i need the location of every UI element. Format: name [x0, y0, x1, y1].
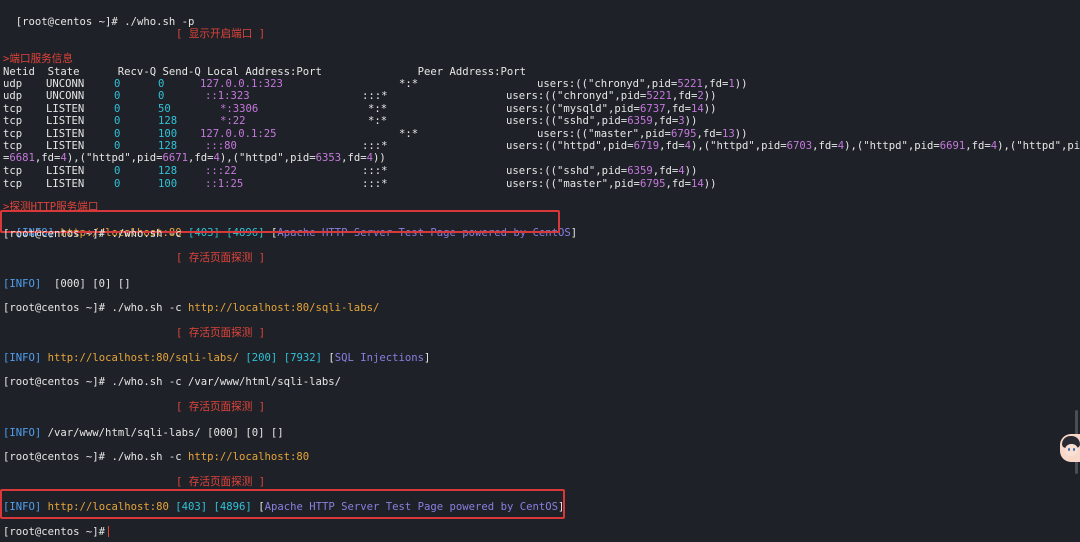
cell-netid: tcp: [3, 165, 23, 177]
prompt: [root@centos ~]#: [3, 228, 106, 240]
cell-state: UNCONN: [46, 90, 85, 102]
cell-netid: tcp: [3, 115, 23, 127]
result-url[interactable]: http://localhost:80/sqli-labs/: [48, 352, 239, 364]
cell-state: LISTEN: [46, 178, 85, 190]
cell-send-q: 100: [158, 128, 178, 140]
cell-state: UNCONN: [46, 78, 85, 90]
command-line: [root@centos ~]# ./who.sh -c /var/www/ht…: [3, 376, 341, 388]
alive-banner: [ 存活页面探测 ]: [176, 401, 266, 413]
cell-local-address: ::1:25: [205, 178, 244, 190]
result-text: /var/www/html/sqli-labs/ [000] [0] []: [41, 427, 284, 439]
cell-process: users:(("chronyd",pid=5221,fd=2)): [506, 90, 717, 102]
cell-send-q: 0: [158, 90, 165, 102]
highlight-box-2: [0, 489, 565, 519]
cell-recv-q: 0: [114, 140, 121, 152]
cell-peer-address: *:*: [399, 78, 419, 90]
port-banner: [ 显示开启端口 ]: [176, 28, 266, 40]
cell-local-address: :::22: [205, 165, 237, 177]
command-line: [root@centos ~]# ./who.sh -c http://loca…: [3, 302, 379, 314]
cell-netid: tcp: [3, 140, 23, 152]
prompt: [root@centos ~]#: [3, 526, 106, 538]
command-text: ./who.sh -c: [105, 302, 188, 314]
cell-send-q: 100: [158, 178, 178, 190]
command-url[interactable]: http://localhost:80: [188, 451, 309, 463]
result-line-2: [INFO] [000] [0] []: [3, 278, 131, 290]
cell-netid: tcp: [3, 128, 23, 140]
command-text: ./who.sh -c: [105, 228, 182, 240]
command-line[interactable]: [root@centos ~]#: [3, 526, 111, 538]
cell-peer-address: :::*: [362, 178, 388, 190]
port-info-title: >端口服务信息: [3, 53, 73, 65]
cell-state: LISTEN: [46, 103, 85, 115]
cell-recv-q: 0: [114, 128, 121, 140]
table-header: Netid State Recv-Q Send-Q Local Address:…: [3, 66, 526, 78]
cell-send-q: 50: [158, 103, 171, 115]
cell-recv-q: 0: [114, 178, 121, 190]
alive-banner: [ 存活页面探测 ]: [176, 252, 266, 264]
command-text: ./who.sh -p: [117, 16, 195, 28]
cell-process: users:(("sshd",pid=6359,fd=4)): [506, 165, 698, 177]
cell-peer-address: *:*: [399, 128, 419, 140]
command-line: [root@centos ~]# ./who.sh -c: [3, 228, 182, 240]
cell-process: users:(("master",pid=6795,fd=14)): [506, 178, 717, 190]
status-code: [200]: [245, 352, 278, 364]
cell-send-q: 0: [158, 78, 165, 90]
cell-recv-q: 0: [114, 115, 121, 127]
cell-process: users:(("mysqld",pid=6737,fd=14)): [506, 103, 717, 115]
cell-process: users:(("master",pid=6795,fd=13)): [537, 128, 748, 140]
cell-netid: udp: [3, 78, 23, 90]
result-line-3: [INFO] http://localhost:80/sqli-labs/ [2…: [3, 352, 431, 364]
cell-local-address: 127.0.0.1:323: [200, 78, 283, 90]
cell-recv-q: 0: [114, 103, 121, 115]
prompt: [root@centos ~]#: [15, 16, 118, 28]
cell-state: LISTEN: [46, 165, 85, 177]
alive-banner: [ 存活页面探测 ]: [176, 327, 266, 339]
cell-state: LISTEN: [46, 140, 85, 152]
prompt: [root@centos ~]#: [3, 451, 106, 463]
cell-state: LISTEN: [46, 128, 85, 140]
cell-send-q: 128: [158, 165, 178, 177]
table-row-wrap: =6681,fd=4),("httpd",pid=6671,fd=4),("ht…: [3, 152, 386, 164]
cell-send-q: 128: [158, 140, 178, 152]
cell-process: users:(("sshd",pid=6359,fd=3)): [506, 115, 698, 127]
cell-netid: udp: [3, 90, 23, 102]
cell-state: LISTEN: [46, 115, 85, 127]
command-url[interactable]: http://localhost:80/sqli-labs/: [188, 302, 379, 314]
cell-recv-q: 0: [114, 78, 121, 90]
cell-peer-address: :::*: [362, 165, 388, 177]
cell-peer-address: *:*: [368, 115, 388, 127]
cell-local-address: :::80: [205, 140, 237, 152]
page-title: SQL Injections: [334, 352, 425, 364]
info-tag: [INFO]: [3, 278, 42, 290]
cell-process: users:(("chronyd",pid=5221,fd=1)): [537, 78, 748, 90]
cell-process: users:(("httpd",pid=6719,fd=4),("httpd",…: [506, 140, 1080, 152]
cell-local-address: 127.0.0.1:25: [200, 128, 277, 140]
cell-peer-address: *:*: [368, 103, 388, 115]
avatar-icon[interactable]: [1060, 434, 1080, 462]
cell-local-address: *:22: [220, 115, 246, 127]
cell-peer-address: :::*: [362, 90, 388, 102]
alive-banner: [ 存活页面探测 ]: [176, 476, 266, 488]
cell-netid: tcp: [3, 178, 23, 190]
cell-local-address: ::1:323: [205, 90, 250, 102]
cell-peer-address: :::*: [362, 140, 388, 152]
info-tag: [INFO]: [3, 427, 42, 439]
cell-send-q: 128: [158, 115, 178, 127]
text-cursor: [108, 526, 109, 537]
cell-netid: tcp: [3, 103, 23, 115]
command-text: ./who.sh -c: [105, 451, 188, 463]
result-text: [000] [0] []: [41, 278, 131, 290]
cell-recv-q: 0: [114, 90, 121, 102]
result-line-4: [INFO] /var/www/html/sqli-labs/ [000] [0…: [3, 427, 284, 439]
command-line: [root@centos ~]# ./who.sh -p: [3, 4, 195, 28]
command-text: ./who.sh -c /var/www/html/sqli-labs/: [105, 376, 342, 388]
command-line: [root@centos ~]# ./who.sh -c http://loca…: [3, 451, 309, 463]
info-tag: [INFO]: [3, 352, 42, 364]
prompt: [root@centos ~]#: [3, 376, 106, 388]
prompt: [root@centos ~]#: [3, 302, 106, 314]
cell-local-address: *:3306: [220, 103, 259, 115]
cell-recv-q: 0: [114, 165, 121, 177]
response-size: [7932]: [283, 352, 322, 364]
